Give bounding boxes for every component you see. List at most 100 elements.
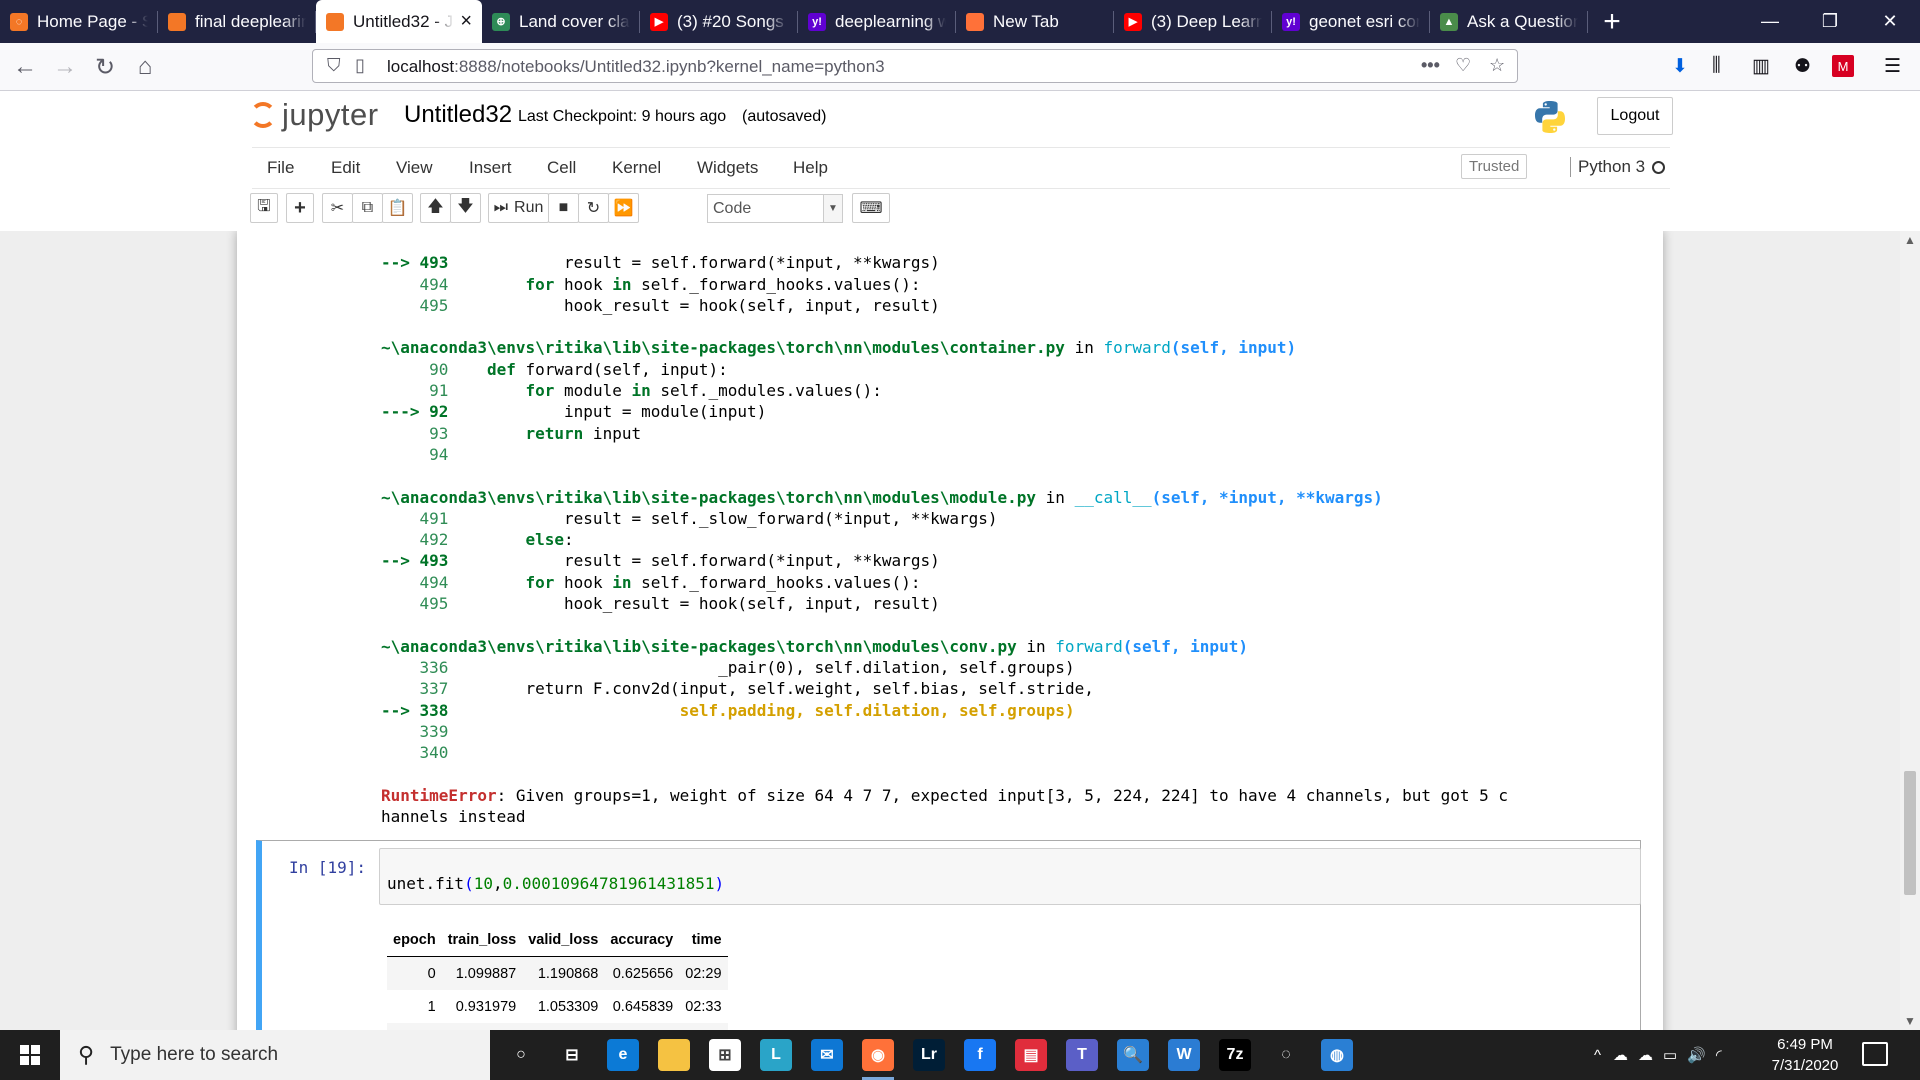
browser-tab[interactable]: y! geonet esri comr (1272, 0, 1430, 43)
pocket-icon[interactable]: ♡ (1455, 55, 1471, 76)
linkedin-learning-icon[interactable]: L (760, 1039, 792, 1071)
mail-icon[interactable]: ✉ (811, 1039, 843, 1071)
action-center-icon[interactable] (1862, 1042, 1888, 1066)
onedrive-icon[interactable]: ☁ (1613, 1046, 1628, 1064)
url-bar[interactable]: ⛉ ▯ localhost:8888/notebooks/Untitled32.… (312, 49, 1518, 83)
bookmark-star-icon[interactable]: ☆ (1489, 55, 1505, 76)
sidebar-icon[interactable]: ▥ (1752, 53, 1770, 79)
code-cell[interactable]: In [19]: unet.fit(10,0.00010964781961431… (256, 840, 1641, 1030)
cortana-icon[interactable]: ○ (505, 1039, 537, 1071)
menu-file[interactable]: File (267, 158, 294, 178)
facebook-icon[interactable]: f (964, 1039, 996, 1071)
cell-type-select[interactable]: Code ▼ (707, 194, 843, 223)
url-text[interactable]: localhost:8888/notebooks/Untitled32.ipyn… (387, 57, 885, 77)
shield-icon[interactable]: ⛉ (327, 55, 341, 76)
menu-cell[interactable]: Cell (547, 158, 576, 178)
trusted-indicator[interactable]: Trusted (1461, 154, 1528, 179)
extension-icon[interactable]: ⚉ (1794, 53, 1811, 79)
menu-view[interactable]: View (396, 158, 433, 178)
copy-icon[interactable]: ⧉ (352, 193, 383, 223)
menu-edit[interactable]: Edit (331, 158, 360, 178)
downloads-icon[interactable]: ⬇ (1672, 53, 1688, 79)
close-window-button[interactable]: ✕ (1860, 0, 1920, 43)
kernel-name[interactable]: Python 3 (1570, 157, 1645, 177)
7zip-icon[interactable]: 7z (1219, 1039, 1251, 1071)
insert-cell-icon[interactable]: + (286, 193, 314, 223)
menu-help[interactable]: Help (793, 158, 828, 178)
browser-tab[interactable]: ▶ (3) #20 Songs - E (640, 0, 798, 43)
browser-tab[interactable]: Untitled32 - J × (316, 0, 482, 43)
browser-tab[interactable]: final deeplearing (158, 0, 316, 43)
menu-icon[interactable]: ☰ (1884, 53, 1901, 79)
cut-icon[interactable]: ✂ (322, 193, 353, 223)
notebook-name[interactable]: Untitled32 (404, 101, 512, 129)
browser-tab[interactable]: y! deeplearning wit (798, 0, 956, 43)
error-name: RuntimeError (381, 785, 497, 805)
menu-kernel[interactable]: Kernel (612, 158, 661, 178)
tab-favicon-icon (326, 12, 344, 31)
paste-icon[interactable]: 📋 (382, 193, 413, 223)
close-tab-icon[interactable]: × (460, 10, 472, 33)
library-icon[interactable]: ⫼ (1712, 53, 1721, 79)
forward-icon[interactable]: → (50, 52, 80, 82)
edge-icon[interactable]: e (607, 1039, 639, 1071)
addon-icon[interactable]: M (1832, 55, 1854, 77)
minimize-button[interactable]: — (1740, 0, 1800, 43)
reload-icon[interactable]: ↻ (90, 52, 120, 82)
battery-icon[interactable]: ▭ (1663, 1046, 1677, 1064)
start-button[interactable] (0, 1030, 60, 1080)
new-tab-button[interactable]: + (1588, 0, 1636, 43)
move-down-icon[interactable]: 🡇 (450, 193, 481, 223)
interrupt-icon[interactable]: ■ (548, 193, 579, 223)
lightroom-icon[interactable]: Lr (913, 1039, 945, 1071)
restart-icon[interactable]: ↻ (578, 193, 609, 223)
run-button[interactable]: ⏭ Run (488, 193, 549, 223)
store-icon[interactable]: ⊞ (709, 1039, 741, 1071)
word-icon[interactable]: W (1168, 1039, 1200, 1071)
table-cell: 02:43 (679, 1023, 728, 1030)
traceback-line: 336 _pair(0), self.dilation, self.groups… (381, 657, 1075, 677)
jupyter-logo[interactable]: jupyter (250, 97, 379, 133)
move-up-icon[interactable]: 🡅 (420, 193, 451, 223)
tab-favicon-icon (168, 12, 186, 31)
browser-tab[interactable]: New Tab (956, 0, 1114, 43)
search-app-icon[interactable]: 🔍 (1117, 1039, 1149, 1071)
restart-run-all-icon[interactable]: ⏩ (608, 193, 639, 223)
browser-tab[interactable]: ▲ Ask a Question | (1430, 0, 1588, 43)
cloud-icon[interactable]: ☁ (1638, 1046, 1653, 1064)
task-view-icon[interactable]: ⊟ (556, 1039, 588, 1071)
chevron-up-icon[interactable]: ^ (1594, 1047, 1601, 1064)
firefox-icon[interactable]: ◉ (862, 1039, 894, 1080)
volume-icon[interactable]: 🔊 (1687, 1046, 1706, 1064)
scroll-up-icon[interactable]: ▲ (1900, 233, 1920, 247)
page-info-icon[interactable]: ▯ (355, 55, 365, 76)
restore-button[interactable]: ❐ (1800, 0, 1860, 43)
browser-tab[interactable]: ⊕ Land cover classi (482, 0, 640, 43)
teams-icon[interactable]: T (1066, 1039, 1098, 1071)
keyboard-icon[interactable]: ⌨ (852, 193, 890, 223)
scrollbar-thumb[interactable] (1904, 771, 1916, 895)
tab-favicon-icon: ◌ (10, 12, 28, 31)
news-icon[interactable]: ▤ (1015, 1039, 1047, 1071)
clock[interactable]: 6:49 PM 7/31/2020 (1760, 1034, 1850, 1076)
menu-widgets[interactable]: Widgets (697, 158, 758, 178)
home-icon[interactable]: ⌂ (130, 52, 160, 82)
tab-title: Land cover classi (519, 11, 630, 31)
taskbar-search[interactable]: ⚲ Type here to search (60, 1030, 490, 1080)
cell-input[interactable]: unet.fit(10,0.00010964781961431851) (379, 848, 1641, 905)
scroll-down-icon[interactable]: ▼ (1900, 1014, 1920, 1028)
menu-insert[interactable]: Insert (469, 158, 512, 178)
vertical-scrollbar[interactable]: ▲ ▼ (1900, 231, 1920, 1030)
logout-button[interactable]: Logout (1597, 97, 1673, 135)
file-explorer-icon[interactable] (658, 1039, 690, 1071)
cell-code[interactable]: unet.fit(10,0.00010964781961431851) (387, 874, 724, 893)
save-icon[interactable]: 🖫 (250, 193, 278, 223)
back-icon[interactable]: ← (10, 52, 40, 82)
wifi-icon[interactable]: ◜ (1716, 1046, 1722, 1064)
browser-tab[interactable]: ▶ (3) Deep Learnin (1114, 0, 1272, 43)
browser-tab[interactable]: ◌ Home Page - Sel (0, 0, 158, 43)
jupyter-app-icon[interactable]: ◌ (1270, 1039, 1302, 1071)
page-actions-button[interactable]: ••• (1421, 55, 1440, 76)
traceback-line: 494 for hook in self._forward_hooks.valu… (381, 572, 921, 592)
vpn-icon[interactable]: ◍ (1321, 1039, 1353, 1071)
